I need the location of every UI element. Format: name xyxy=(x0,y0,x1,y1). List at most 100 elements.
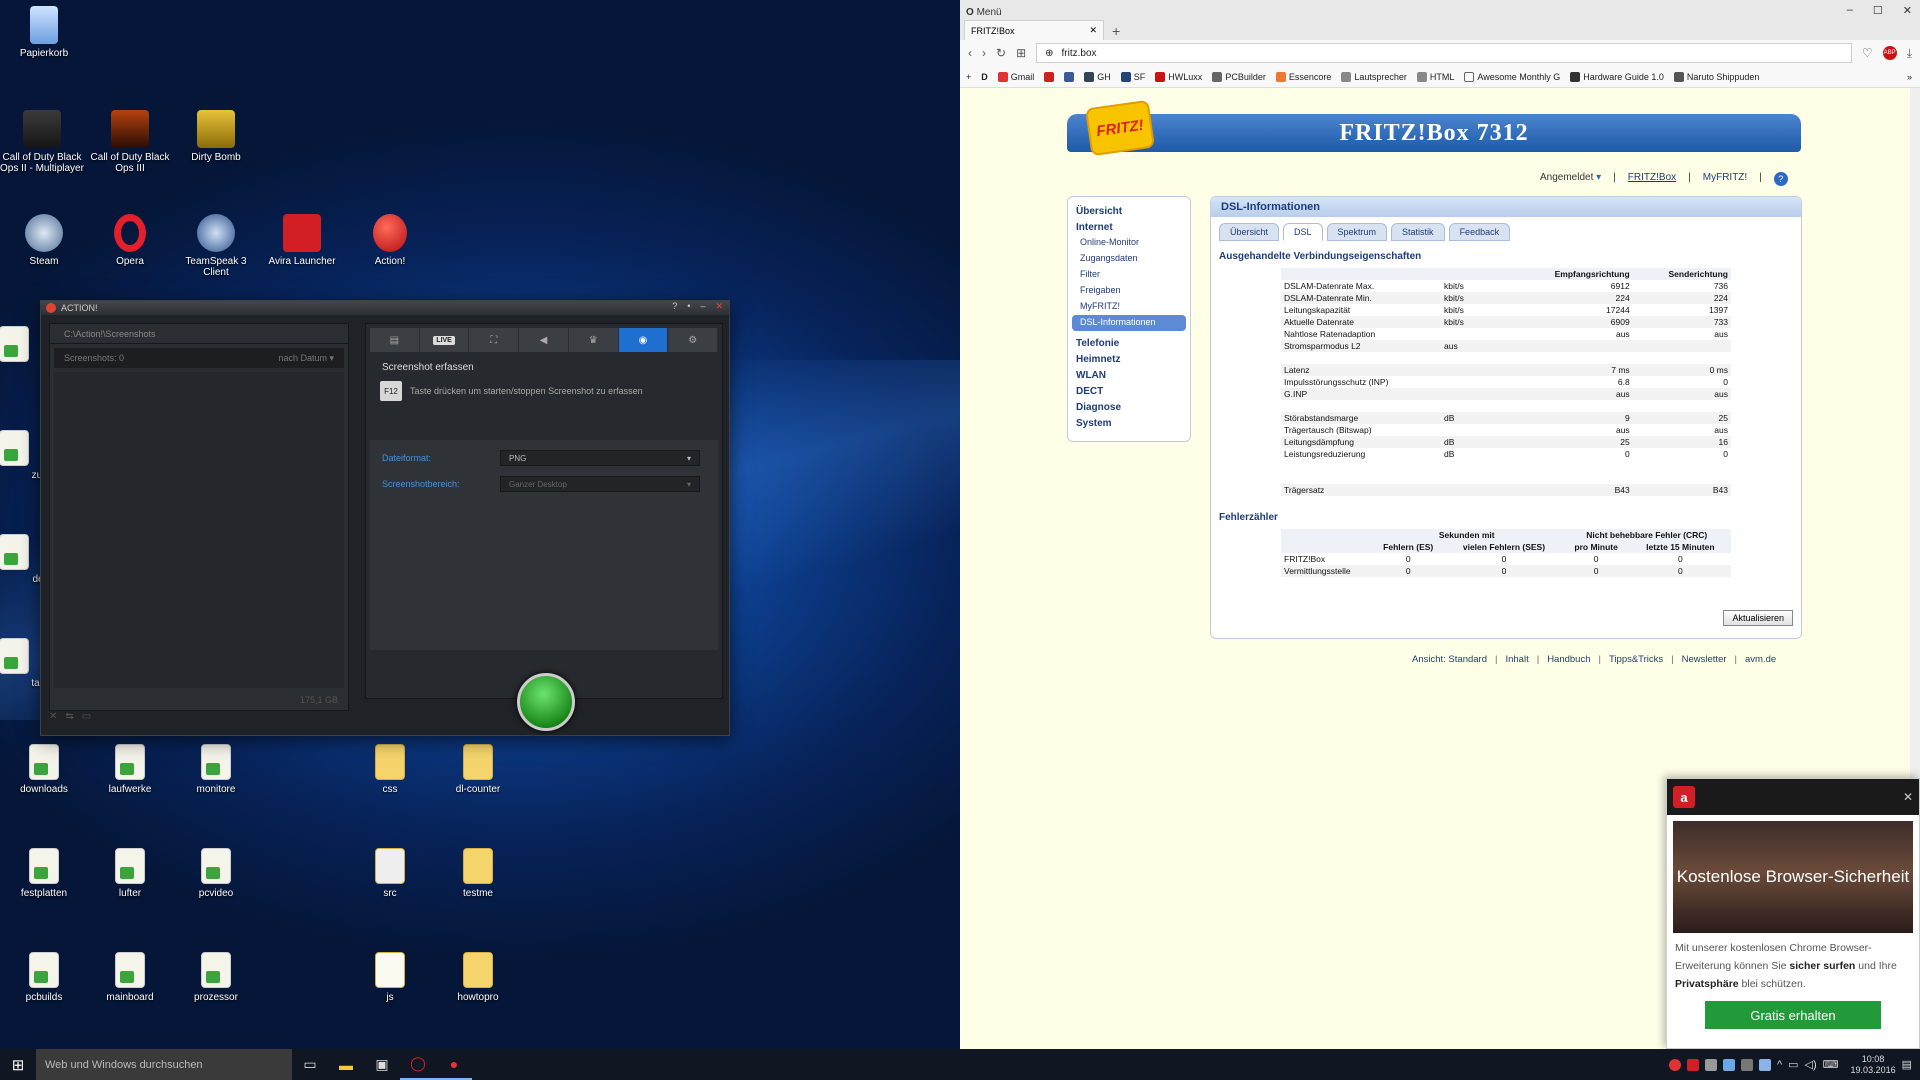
minimize-icon[interactable]: – xyxy=(1847,4,1853,17)
menu-item[interactable]: Telefonie xyxy=(1068,335,1190,351)
tab-dsl[interactable]: DSL xyxy=(1283,223,1323,241)
onedrive-icon[interactable] xyxy=(1740,1058,1753,1071)
footer-link[interactable]: Ansicht: Standard xyxy=(1412,654,1487,665)
volume-icon[interactable]: ◁) xyxy=(1805,1058,1817,1071)
footer-link[interactable]: Newsletter xyxy=(1682,654,1727,665)
footer-link[interactable]: Inhalt xyxy=(1505,654,1528,665)
folder-icon-dl-counter[interactable]: dl-counter xyxy=(436,744,520,795)
file-explorer-icon[interactable]: ▬ xyxy=(328,1049,364,1080)
action-titlebar[interactable]: ACTION! ? • – ✕ xyxy=(41,301,729,315)
menu-subitem[interactable]: Filter xyxy=(1068,267,1190,283)
desktop-icon-lufter[interactable]: lufter xyxy=(88,848,172,899)
tray-icon[interactable] xyxy=(1722,1058,1735,1071)
desktop-icon-monitore[interactable]: monitore xyxy=(174,744,258,795)
desktop-icon-downloads[interactable]: downloads xyxy=(2,744,86,795)
heart-icon[interactable]: ♡ xyxy=(1862,46,1873,60)
bookmark-pcbuilder[interactable]: PCBuilder xyxy=(1212,71,1266,82)
tab-spektrum[interactable]: Spektrum xyxy=(1326,223,1388,241)
desktop-icon-laufwerke[interactable]: laufwerke xyxy=(88,744,172,795)
bookmark-gh[interactable]: GH xyxy=(1084,71,1111,82)
desktop-icon-cod-bo2[interactable]: Call of Duty Black Ops II - Multiplayer xyxy=(0,110,84,174)
back-icon[interactable]: ‹ xyxy=(968,46,972,60)
steam-icon[interactable]: Steam xyxy=(2,214,86,267)
action-taskbar-icon[interactable]: ● xyxy=(436,1049,472,1080)
menu-item[interactable]: Übersicht xyxy=(1068,203,1190,219)
action-tray-icon[interactable] xyxy=(1668,1058,1681,1071)
sort-dropdown[interactable]: nach Datum ▾ xyxy=(278,353,334,364)
add-bookmark-icon[interactable]: + xyxy=(966,72,971,82)
forward-icon[interactable]: › xyxy=(982,46,986,60)
menu-subitem[interactable]: Online-Monitor xyxy=(1068,235,1190,251)
close-icon[interactable]: ✕ xyxy=(715,301,723,312)
new-tab-icon[interactable]: + xyxy=(1112,22,1120,40)
speed-dial-icon[interactable]: ⊞ xyxy=(1016,46,1026,60)
footer-link[interactable]: Tipps&Tricks xyxy=(1609,654,1663,665)
keyboard-icon[interactable]: ⌨ xyxy=(1823,1058,1839,1071)
action-icon[interactable]: Action! xyxy=(348,214,432,267)
menu-item[interactable]: Heimnetz xyxy=(1068,351,1190,367)
network-icon[interactable]: ▭ xyxy=(1788,1058,1798,1071)
bookmark-facebook[interactable] xyxy=(1064,71,1075,82)
tab-feedback[interactable]: Feedback xyxy=(1448,223,1511,241)
desktop-icon-prozessor[interactable]: prozessor xyxy=(174,952,258,1003)
menu-item[interactable]: System xyxy=(1068,415,1190,431)
notifications-icon[interactable]: ▤ xyxy=(1902,1058,1912,1071)
recycle-bin-icon[interactable]: Papierkorb xyxy=(2,6,86,59)
bookmark-naruto[interactable]: Naruto Shippuden xyxy=(1673,71,1759,82)
desktop-icon-dirty-bomb[interactable]: Dirty Bomb xyxy=(174,110,258,163)
screenshots-list[interactable] xyxy=(54,372,344,688)
area-select[interactable]: Ganzer Desktop ▾ xyxy=(500,476,700,492)
camera-icon[interactable]: ◉ xyxy=(618,328,669,352)
hotkey-key[interactable]: F12 xyxy=(380,381,402,401)
url-input[interactable]: ⊕ fritz.box xyxy=(1036,43,1852,63)
folder-icon-css[interactable]: css xyxy=(348,744,432,795)
bookmark-essencore[interactable]: Essencore xyxy=(1275,71,1331,82)
format-select[interactable]: PNG ▾ xyxy=(500,450,700,466)
folder-icon-src[interactable]: src xyxy=(348,848,432,899)
opera-icon[interactable]: Opera xyxy=(88,214,172,267)
menu-item[interactable]: WLAN xyxy=(1068,367,1190,383)
avira-tray-icon[interactable] xyxy=(1686,1058,1699,1071)
video-list-icon[interactable]: ▤ xyxy=(370,328,420,352)
clock[interactable]: 10:08 19.03.2016 xyxy=(1851,1054,1896,1076)
desktop-icon-mainboard[interactable]: mainboard xyxy=(88,952,172,1003)
record-icon[interactable]: ⛶ xyxy=(469,328,520,352)
bookmark-lautsprecher[interactable]: Lautsprecher xyxy=(1341,71,1407,82)
share-icon[interactable]: ⇆ xyxy=(65,711,73,722)
bookmark-icon-only[interactable] xyxy=(1044,71,1055,82)
folder-icon-howtopro[interactable]: howtopro xyxy=(436,952,520,1003)
delete-icon[interactable]: ✕ xyxy=(49,711,57,722)
live-tab[interactable]: LIVE xyxy=(420,328,470,352)
footer-link[interactable]: avm.de xyxy=(1745,654,1776,665)
menu-item[interactable]: DECT xyxy=(1068,383,1190,399)
bookmark-gmail[interactable]: Gmail xyxy=(997,71,1034,82)
opera-menu-button[interactable]: O Menü xyxy=(966,7,1002,18)
opera-taskbar-icon[interactable]: ◯ xyxy=(400,1049,436,1080)
close-icon[interactable]: ✕ xyxy=(1903,4,1912,17)
menu-item[interactable]: Diagnose xyxy=(1068,399,1190,415)
folder-icon[interactable]: ▭ xyxy=(82,711,91,722)
desktop-icon-pcvideo[interactable]: pcvideo xyxy=(174,848,258,899)
tray-icon[interactable] xyxy=(1704,1058,1717,1071)
chevron-up-icon[interactable]: ^ xyxy=(1777,1059,1782,1071)
menu-subitem[interactable]: MyFRITZ! xyxy=(1068,299,1190,315)
settings-dots-icon[interactable]: • xyxy=(687,301,690,312)
menu-subitem[interactable]: Zugangsdaten xyxy=(1068,251,1190,267)
folder-icon-testme[interactable]: testme xyxy=(436,848,520,899)
store-icon[interactable]: ▣ xyxy=(364,1049,400,1080)
bookmarks-more-icon[interactable]: » xyxy=(1907,72,1912,82)
menu-subitem-selected[interactable]: DSL-Informationen xyxy=(1072,315,1186,331)
help-icon[interactable]: ? xyxy=(672,301,677,312)
tab-fritzbox[interactable]: FRITZ!Box ✕ xyxy=(964,20,1104,40)
bookmark-sf[interactable]: SF xyxy=(1120,71,1145,82)
help-icon[interactable]: ? xyxy=(1773,172,1788,186)
desktop-icon-pcbuilds[interactable]: pcbuilds xyxy=(2,952,86,1003)
desktop-icon-festplatten[interactable]: festplatten xyxy=(2,848,86,899)
steam-tray-icon[interactable] xyxy=(1758,1058,1771,1071)
avira-launcher-icon[interactable]: Avira Launcher xyxy=(260,214,344,267)
nav-fritzbox-link[interactable]: FRITZ!Box xyxy=(1628,172,1676,186)
bookmark[interactable]: D xyxy=(981,72,988,82)
audio-icon[interactable]: ◀ xyxy=(519,328,569,352)
taskbar-search[interactable]: Web und Windows durchsuchen xyxy=(36,1049,292,1080)
gear-icon[interactable]: ⚙ xyxy=(668,328,719,352)
